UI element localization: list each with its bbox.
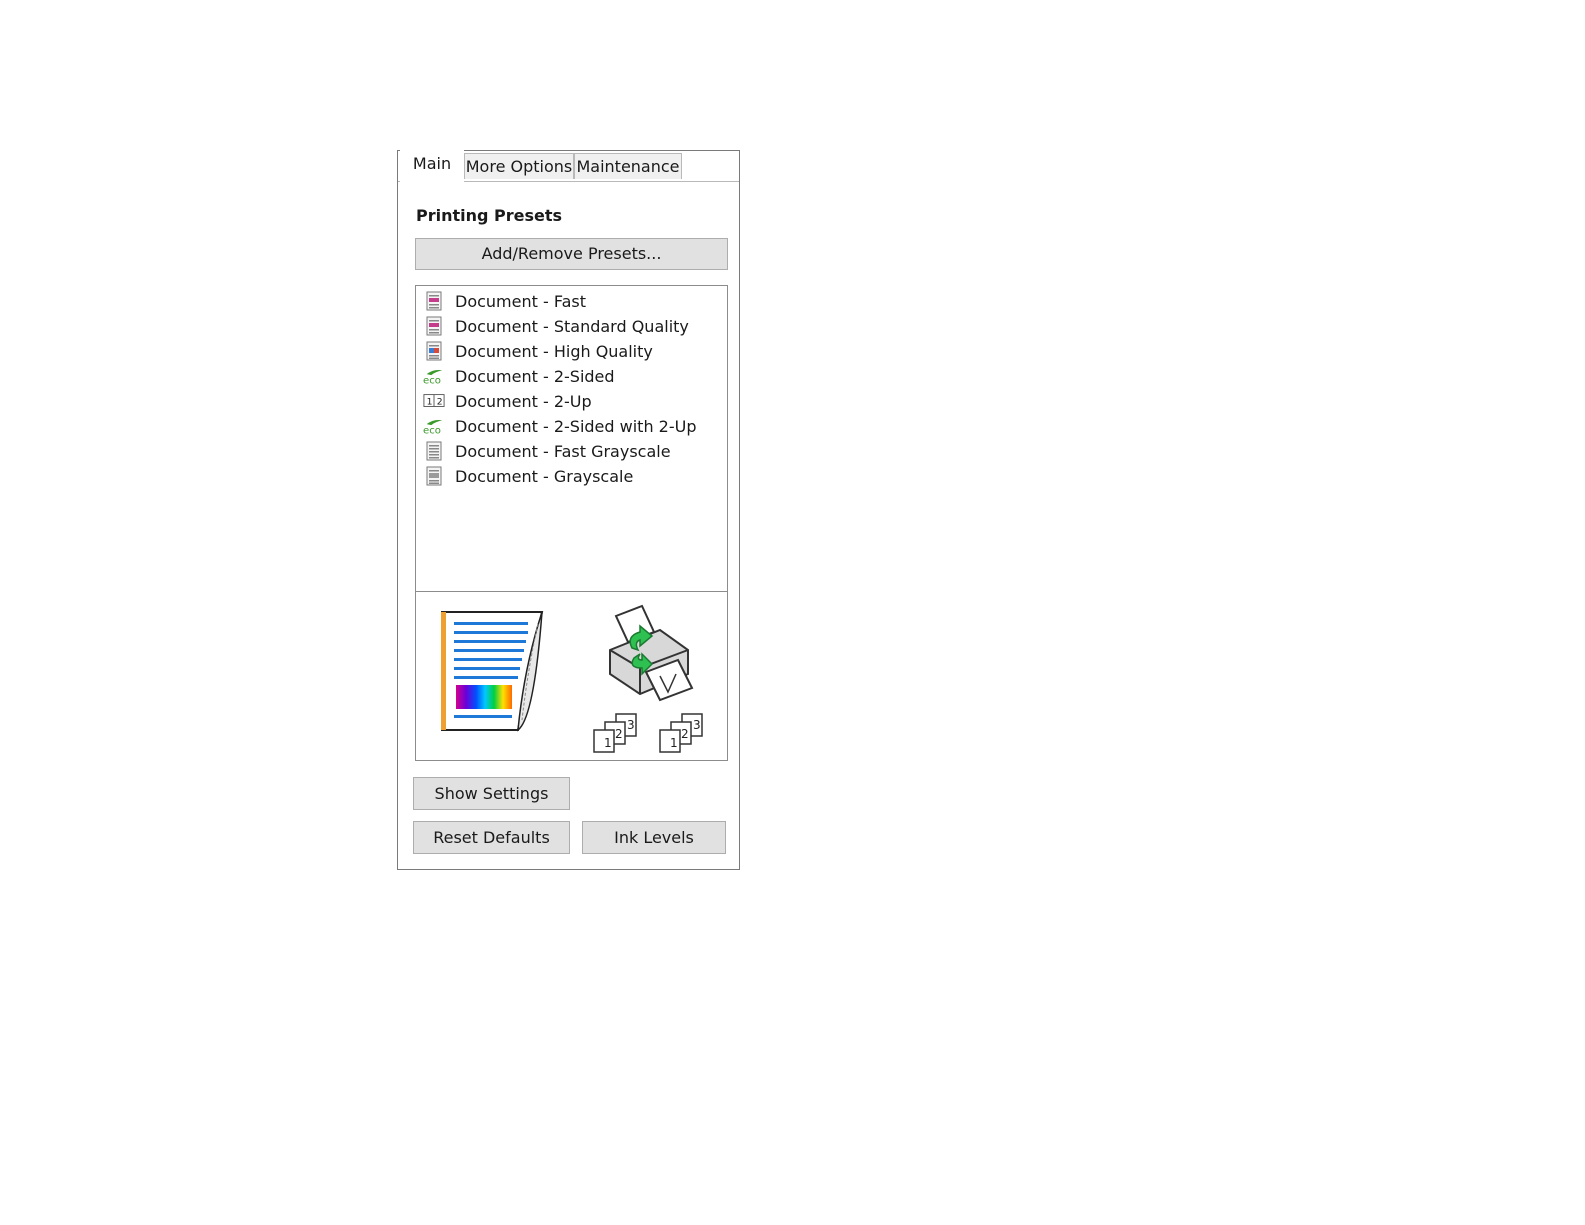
duplex-printer-icon bbox=[609, 604, 694, 702]
settings-preview: 3 2 1 3 2 1 bbox=[415, 591, 728, 761]
svg-text:2: 2 bbox=[437, 397, 443, 408]
preset-label: Document - Fast bbox=[455, 291, 586, 311]
eco-icon: eco bbox=[423, 420, 443, 436]
svg-text:1: 1 bbox=[427, 397, 433, 408]
tab-main[interactable]: Main bbox=[400, 150, 464, 182]
list-item[interactable]: eco Document - 2-Sided with 2-Up bbox=[423, 414, 696, 438]
document-color-icon bbox=[426, 316, 442, 336]
tab-bar: Main More Options Maintenance bbox=[398, 150, 739, 182]
preset-label: Document - Fast Grayscale bbox=[455, 441, 671, 461]
collate-page-number: 3 bbox=[693, 718, 701, 732]
document-gray-icon bbox=[426, 441, 442, 461]
show-settings-button[interactable]: Show Settings bbox=[413, 777, 570, 810]
collate-page-number: 2 bbox=[615, 727, 623, 741]
ink-levels-button[interactable]: Ink Levels bbox=[582, 821, 726, 854]
svg-text:eco: eco bbox=[423, 375, 441, 386]
preset-label: Document - 2-Up bbox=[455, 391, 592, 411]
preset-label: Document - High Quality bbox=[455, 341, 653, 361]
preset-label: Document - 2-Sided bbox=[455, 366, 615, 386]
preset-label: Document - Grayscale bbox=[455, 466, 634, 486]
preset-label: Document - Standard Quality bbox=[455, 316, 689, 336]
tab-more-options[interactable]: More Options bbox=[464, 153, 574, 179]
color-document-preview-icon bbox=[441, 611, 544, 732]
document-gray-photo-icon bbox=[426, 466, 442, 486]
two-up-icon: 1 2 bbox=[423, 394, 445, 408]
presets-list[interactable]: Document - Fast Document - Standard Qual… bbox=[415, 285, 728, 592]
printing-presets-heading: Printing Presets bbox=[416, 206, 563, 225]
collated-pages-icon: 3 2 1 bbox=[659, 713, 703, 753]
list-item[interactable]: Document - Grayscale bbox=[423, 464, 633, 488]
collate-page-number: 1 bbox=[604, 736, 612, 750]
collate-page-number: 1 bbox=[670, 736, 678, 750]
document-color-icon bbox=[426, 291, 442, 311]
list-item[interactable]: Document - Fast bbox=[423, 289, 586, 313]
tab-maintenance[interactable]: Maintenance bbox=[574, 153, 682, 179]
svg-text:eco: eco bbox=[423, 425, 441, 436]
collated-pages-icon: 3 2 1 bbox=[593, 713, 637, 753]
printer-settings-dialog: Main More Options Maintenance Printing P… bbox=[397, 150, 740, 870]
list-item[interactable]: 1 2 Document - 2-Up bbox=[423, 389, 592, 413]
preset-label: Document - 2-Sided with 2-Up bbox=[455, 416, 697, 436]
list-item[interactable]: eco Document - 2-Sided bbox=[423, 364, 615, 388]
eco-icon: eco bbox=[423, 370, 443, 386]
reset-defaults-button[interactable]: Reset Defaults bbox=[413, 821, 570, 854]
list-item[interactable]: Document - High Quality bbox=[423, 339, 653, 363]
list-item[interactable]: Document - Fast Grayscale bbox=[423, 439, 671, 463]
collate-page-number: 2 bbox=[681, 727, 689, 741]
add-remove-presets-button[interactable]: Add/Remove Presets... bbox=[415, 238, 728, 270]
collate-page-number: 3 bbox=[627, 718, 635, 732]
document-photo-icon bbox=[426, 341, 442, 361]
list-item[interactable]: Document - Standard Quality bbox=[423, 314, 689, 338]
